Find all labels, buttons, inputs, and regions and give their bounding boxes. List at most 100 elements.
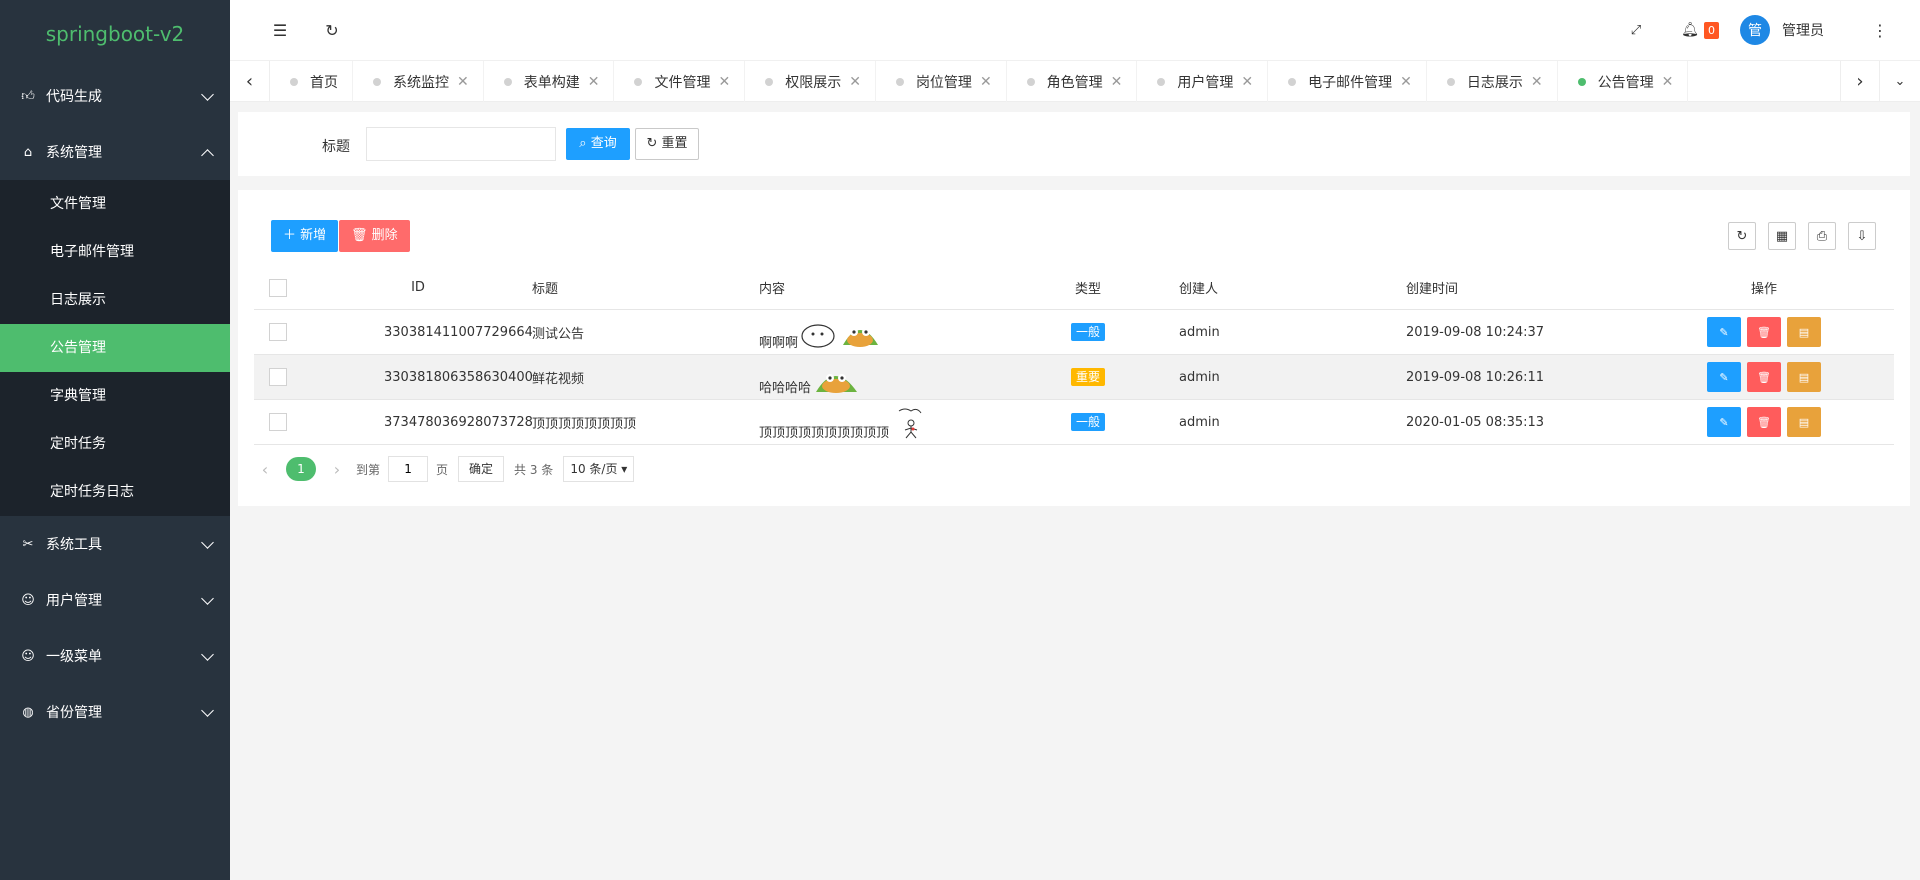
- tab-item[interactable]: 系统监控 ✕: [353, 61, 484, 102]
- type-badge: 一般: [1070, 323, 1105, 341]
- sidebar-item-jobs[interactable]: 定时任务: [0, 420, 230, 468]
- next-page-icon[interactable]: ›: [326, 460, 348, 479]
- menu-user-mgmt[interactable]: ☺ 用户管理: [0, 572, 230, 628]
- close-icon[interactable]: ✕: [980, 74, 992, 90]
- detail-button[interactable]: ▤: [1787, 407, 1821, 437]
- top-header: ☰ ↻ ⤢ 🔔︎ 0 管 管理员 ⋮: [230, 0, 1920, 60]
- menu-label: 系统管理: [46, 145, 102, 161]
- cell-title: 鲜花视频: [532, 371, 585, 387]
- tab-item[interactable]: 文件管理 ✕: [614, 61, 746, 102]
- prev-page-icon[interactable]: ‹: [254, 460, 276, 479]
- row-delete-button[interactable]: 🗑︎: [1747, 407, 1781, 437]
- menu-fold-icon[interactable]: ☰: [270, 20, 290, 40]
- bell-icon[interactable]: 🔔︎: [1680, 20, 1700, 40]
- close-icon[interactable]: ✕: [1662, 74, 1674, 90]
- menu-label: 系统工具: [46, 537, 102, 553]
- refresh-icon[interactable]: ↻: [322, 20, 342, 40]
- page-number-input[interactable]: [388, 456, 429, 482]
- table-row[interactable]: 330381806358630400 鲜花视频 哈哈哈哈 重要 admin 2019-09…: [254, 355, 1894, 400]
- title-search-input[interactable]: [366, 127, 556, 161]
- menu-province[interactable]: ◍ 省份管理: [0, 684, 230, 740]
- tab-label: 电子邮件管理: [1308, 74, 1393, 91]
- search-panel: 标题 ⌕ 查询 ↻ 重置: [238, 112, 1910, 176]
- tab-item[interactable]: 权限展示 ✕: [745, 61, 876, 102]
- username[interactable]: 管理员: [1782, 20, 1824, 40]
- close-icon[interactable]: ✕: [1111, 74, 1123, 90]
- print-icon[interactable]: ⎙: [1808, 222, 1836, 250]
- sidebar-item-email[interactable]: 电子邮件管理: [0, 228, 230, 276]
- close-icon[interactable]: ✕: [588, 74, 600, 90]
- edit-button[interactable]: ✎: [1707, 362, 1741, 392]
- trash-icon: 🗑︎: [1757, 370, 1771, 384]
- close-icon[interactable]: ✕: [718, 74, 730, 90]
- table-refresh-icon[interactable]: ↻: [1728, 222, 1756, 250]
- tab-item[interactable]: 岗位管理 ✕: [876, 61, 1007, 102]
- export-icon[interactable]: ⇩: [1848, 222, 1876, 250]
- tab-label: 表单构建: [523, 74, 580, 91]
- menu-code-gen[interactable]: 👍︎ 代码生成: [0, 68, 230, 124]
- confirm-page-button[interactable]: 确定: [458, 456, 505, 482]
- table-row[interactable]: 330381411007729664 测试公告 啊啊啊 一般 admin 2019-09-…: [254, 310, 1894, 355]
- sidebar-item-notice[interactable]: 公告管理: [0, 324, 230, 372]
- add-button[interactable]: ＋ 新增: [271, 220, 339, 252]
- pencil-icon: ✎: [1719, 370, 1729, 384]
- edit-button[interactable]: ✎: [1707, 407, 1741, 437]
- add-label: 新增: [300, 228, 327, 243]
- search-icon: ⌕: [579, 136, 587, 151]
- close-icon[interactable]: ✕: [1400, 74, 1412, 90]
- avatar[interactable]: 管: [1740, 15, 1770, 45]
- reset-label: 重置: [661, 136, 688, 151]
- page-size-value: 10 条/页: [570, 462, 618, 476]
- plus-icon: ＋: [283, 228, 297, 243]
- query-button[interactable]: ⌕ 查询: [566, 128, 630, 160]
- row-checkbox[interactable]: [269, 368, 287, 386]
- menu-system-tools[interactable]: ✂ 系统工具: [0, 516, 230, 572]
- tab-dropdown-icon[interactable]: ⌄: [1880, 61, 1920, 102]
- select-all-checkbox[interactable]: [269, 278, 287, 297]
- row-checkbox[interactable]: [269, 323, 287, 341]
- tab-label: 用户管理: [1177, 74, 1234, 91]
- sidebar-item-job-logs[interactable]: 定时任务日志: [0, 468, 230, 516]
- columns-icon[interactable]: ▦: [1768, 222, 1796, 250]
- close-icon[interactable]: ✕: [849, 74, 861, 90]
- menu-level-one[interactable]: ☺ 一级菜单: [0, 628, 230, 684]
- close-icon[interactable]: ✕: [1531, 74, 1543, 90]
- detail-button[interactable]: ▤: [1787, 317, 1821, 347]
- table-row[interactable]: 373478036928073728 顶顶顶顶顶顶顶顶 顶顶顶顶顶顶顶顶顶顶 一般 ad…: [254, 400, 1894, 445]
- row-checkbox[interactable]: [269, 413, 287, 431]
- more-vertical-icon[interactable]: ⋮: [1870, 20, 1890, 40]
- chevron-down-icon: [201, 592, 214, 605]
- home-icon: ⌂: [23, 144, 33, 160]
- tab-item[interactable]: 用户管理 ✕: [1137, 61, 1269, 102]
- reset-button[interactable]: ↻ 重置: [635, 128, 699, 160]
- tab-dot-icon: [1446, 77, 1455, 86]
- page-size-select[interactable]: 10 条/页 ▾: [563, 456, 635, 482]
- tab-next-icon[interactable]: ›: [1840, 61, 1880, 102]
- close-icon[interactable]: ✕: [457, 74, 469, 90]
- sidebar-item-logs[interactable]: 日志展示: [0, 276, 230, 324]
- row-delete-button[interactable]: 🗑︎: [1747, 362, 1781, 392]
- tab-prev-icon[interactable]: ‹: [230, 61, 270, 102]
- tab-item[interactable]: 公告管理 ✕: [1558, 61, 1689, 102]
- sidebar-item-dict[interactable]: 字典管理: [0, 372, 230, 420]
- current-page[interactable]: 1: [286, 457, 316, 481]
- delete-button[interactable]: 🗑︎ 删除: [339, 220, 410, 252]
- sidebar-item-files[interactable]: 文件管理: [0, 180, 230, 228]
- thumb-up-icon: 👍︎: [21, 88, 35, 104]
- submenu-system: 文件管理 电子邮件管理 日志展示 公告管理 字典管理 定时任务 定时任务日志: [0, 180, 230, 516]
- tab-item[interactable]: 首页: [270, 61, 353, 102]
- tab-item[interactable]: 表单构建 ✕: [484, 61, 615, 102]
- col-title: 标题: [532, 282, 559, 297]
- fullscreen-icon[interactable]: ⤢: [1626, 20, 1646, 40]
- row-delete-button[interactable]: 🗑︎: [1747, 317, 1781, 347]
- tab-dot-icon: [765, 77, 774, 86]
- tab-item[interactable]: 日志展示 ✕: [1427, 61, 1558, 102]
- edit-button[interactable]: ✎: [1707, 317, 1741, 347]
- detail-button[interactable]: ▤: [1787, 362, 1821, 392]
- tab-item[interactable]: 电子邮件管理 ✕: [1268, 61, 1427, 102]
- menu-system-mgmt[interactable]: ⌂ 系统管理: [0, 124, 230, 180]
- close-icon[interactable]: ✕: [1241, 74, 1253, 90]
- detail-icon: ▤: [1798, 325, 1810, 339]
- tab-dot-icon: [895, 77, 904, 86]
- tab-item[interactable]: 角色管理 ✕: [1007, 61, 1138, 102]
